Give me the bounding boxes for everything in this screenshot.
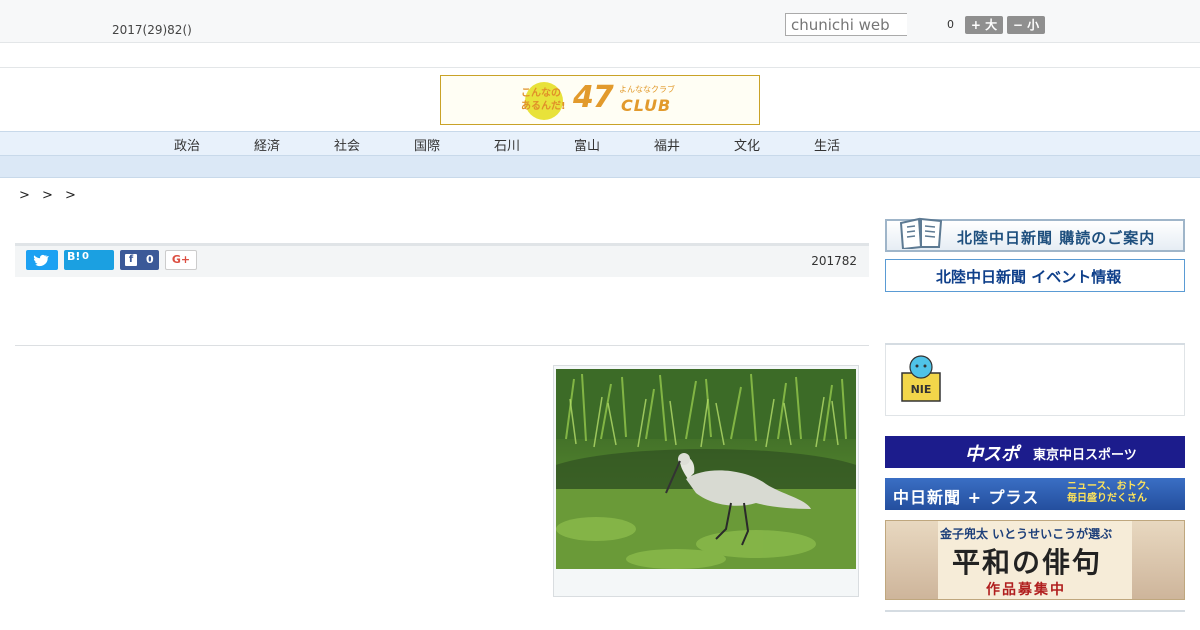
plus-sub-1: ニュース、おトク、 — [1067, 481, 1156, 492]
banner-club: CLUB — [621, 96, 672, 115]
haiku-call: 作品募集中 — [986, 582, 1066, 598]
breadcrumb[interactable]: > > > — [19, 188, 80, 203]
main-nav: 政治 経済 社会 国際 石川 富山 福井 文化 生活 — [0, 131, 1200, 156]
nav-item[interactable]: 福井 — [647, 135, 687, 154]
font-larger-button[interactable]: + 大 — [965, 16, 1003, 34]
event-info-banner[interactable]: 北陸中日新聞 イベント情報 — [885, 259, 1185, 292]
facebook-count: 0 — [146, 253, 154, 266]
nav-item[interactable]: 国際 — [407, 135, 447, 154]
chuspo-sub: 東京中日スポーツ — [1033, 448, 1137, 463]
top-bar: 2017(29)82() 0 + 大 − 小 — [0, 0, 1200, 43]
egret-photo[interactable] — [556, 369, 856, 569]
twitter-share-button[interactable] — [26, 250, 58, 270]
nav-item[interactable]: 文化 — [727, 135, 767, 154]
nav-item[interactable]: 富山 — [567, 135, 607, 154]
font-smaller-button[interactable]: − 小 — [1007, 16, 1045, 34]
chuspo-main: 中スポ — [965, 444, 1019, 465]
subscribe-banner[interactable]: 北陸中日新聞 購読のご案内 — [885, 217, 1185, 252]
nie-banner[interactable]: NIE — [885, 345, 1185, 416]
search-input[interactable] — [785, 13, 907, 36]
newspaper-icon — [899, 217, 943, 249]
47club-banner[interactable]: こんなの あるんだ! 47 よんななクラブ CLUB — [440, 75, 760, 125]
peace-haiku-banner[interactable]: 金子兜太 いとうせいこうが選ぶ 平和の俳句 作品募集中 — [885, 520, 1185, 600]
nav-item[interactable]: 社会 — [327, 135, 367, 154]
content-divider — [15, 345, 869, 346]
sidebar-bottom-rule — [885, 610, 1185, 612]
font-size-value: 0 — [947, 18, 954, 31]
hatena-bookmark-button[interactable]: B! 0 — [64, 250, 114, 270]
hatena-count: 0 — [82, 251, 89, 262]
banner-tagline: こんなの あるんだ! — [521, 88, 566, 112]
nav-item[interactable]: 経済 — [247, 135, 287, 154]
twitter-icon — [33, 254, 49, 267]
haiku-title: 平和の俳句 — [952, 546, 1103, 579]
portrait-right — [1132, 521, 1184, 599]
share-bar: B! 0 f 0 G+ 201782 — [15, 243, 869, 277]
current-date: 2017(29)82() — [112, 23, 192, 37]
nav-item[interactable]: 石川 — [487, 135, 527, 154]
sub-bar — [0, 43, 1200, 68]
haiku-line1: 金子兜太 いとうせいこうが選ぶ — [940, 527, 1113, 541]
google-plus-icon: G+ — [171, 253, 191, 266]
chuspo-banner[interactable]: 中スポ 東京中日スポーツ — [885, 436, 1185, 468]
nav-item[interactable]: 生活 — [807, 135, 847, 154]
chunichi-plus-banner[interactable]: 中日新聞 + プラス ニュース、おトク、 毎日盛りだくさん — [885, 478, 1185, 510]
nie-mascot-icon: NIE — [901, 355, 941, 402]
plus-main: 中日新聞 + プラス — [893, 488, 1040, 507]
hatena-icon: B! — [67, 250, 81, 263]
banner-number: 47 — [573, 80, 614, 115]
banner-sub: よんななクラブ — [619, 85, 675, 94]
subscribe-text: 北陸中日新聞 購読のご案内 — [957, 229, 1156, 247]
portrait-left — [886, 521, 938, 599]
article-photo-frame — [553, 365, 859, 597]
article-date: 201782 — [811, 254, 857, 268]
google-plus-button[interactable]: G+ — [165, 250, 197, 270]
sub-nav — [0, 156, 1200, 178]
facebook-icon: f — [125, 254, 137, 266]
plus-sub-2: 毎日盛りだくさん — [1067, 493, 1147, 504]
nie-label: NIE — [911, 383, 932, 396]
facebook-share-button[interactable]: f 0 — [120, 250, 159, 270]
event-text: 北陸中日新聞 イベント情報 — [936, 268, 1122, 286]
nav-item[interactable]: 政治 — [167, 135, 207, 154]
